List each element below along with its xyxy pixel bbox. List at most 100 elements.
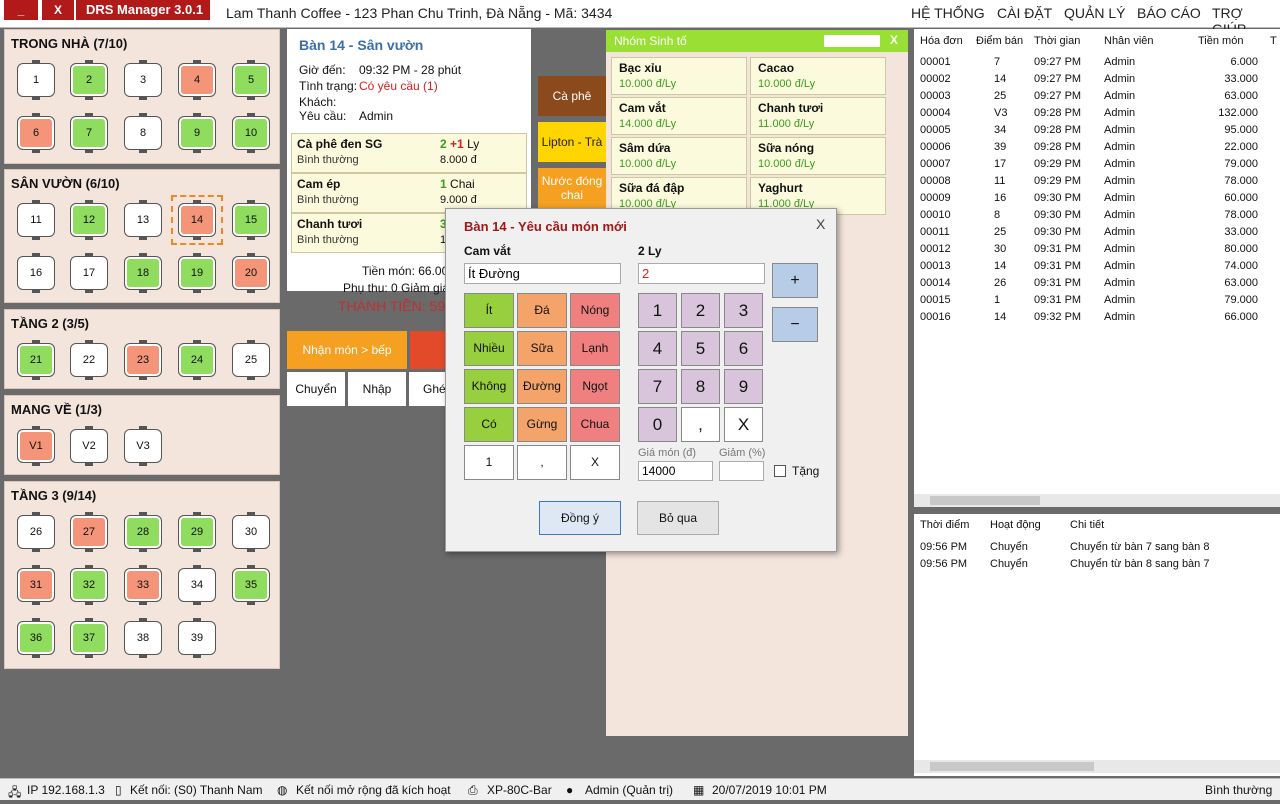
menu-settings[interactable]: CÀI ĐẶT bbox=[997, 5, 1052, 21]
table-39[interactable]: 39 bbox=[178, 618, 216, 658]
table-17[interactable]: 17 bbox=[70, 253, 108, 293]
category-coffee[interactable]: Cà phê bbox=[538, 76, 606, 116]
horizontal-scrollbar[interactable] bbox=[914, 494, 1280, 507]
qty-input[interactable] bbox=[638, 263, 765, 284]
invoice-row[interactable]: 00011 25 09:30 PM Admin 33.000 bbox=[914, 225, 1280, 242]
opt-da[interactable]: Đá bbox=[517, 293, 567, 328]
product-sua-nong[interactable]: Sữa nóng 10.000 đ/Ly bbox=[750, 137, 886, 175]
table-5[interactable]: 5 bbox=[232, 60, 270, 100]
product-cam-vat[interactable]: Cam vắt 14.000 đ/Ly bbox=[611, 97, 747, 135]
price-input[interactable] bbox=[638, 461, 713, 481]
opt-gung[interactable]: Gừng bbox=[517, 407, 567, 442]
table-v3[interactable]: V3 bbox=[124, 426, 162, 466]
opt-key-clear[interactable]: X bbox=[570, 445, 620, 480]
opt-duong[interactable]: Đường bbox=[517, 369, 567, 404]
table-30[interactable]: 30 bbox=[232, 512, 270, 552]
invoice-row[interactable]: 00014 26 09:31 PM Admin 63.000 bbox=[914, 276, 1280, 293]
num-key-comma[interactable]: , bbox=[681, 407, 720, 442]
invoice-row[interactable]: 00012 30 09:31 PM Admin 80.000 bbox=[914, 242, 1280, 259]
col-header[interactable]: Hóa đơn bbox=[920, 35, 963, 47]
opt-co[interactable]: Có bbox=[464, 407, 514, 442]
invoice-row[interactable]: 00005 34 09:28 PM Admin 95.000 bbox=[914, 123, 1280, 140]
log-row[interactable]: 09:56 PM Chuyển Chuyển từ bàn 7 sang bàn 8 bbox=[914, 540, 1280, 557]
table-7[interactable]: 7 bbox=[70, 113, 108, 153]
product-cacao[interactable]: Cacao 10.000 đ/Ly bbox=[750, 57, 886, 95]
table-24[interactable]: 24 bbox=[178, 340, 216, 380]
opt-lanh[interactable]: Lạnh bbox=[570, 331, 620, 366]
table-28[interactable]: 28 bbox=[124, 512, 162, 552]
opt-nhieu[interactable]: Nhiều bbox=[464, 331, 514, 366]
group-close-icon[interactable]: X bbox=[890, 33, 898, 47]
opt-khong[interactable]: Không bbox=[464, 369, 514, 404]
opt-sua[interactable]: Sữa bbox=[517, 331, 567, 366]
opt-it[interactable]: Ít bbox=[464, 293, 514, 328]
menu-management[interactable]: QUẢN LÝ bbox=[1064, 5, 1125, 21]
product-sam-dua[interactable]: Sâm dứa 10.000 đ/Ly bbox=[611, 137, 747, 175]
num-key-clear[interactable]: X bbox=[724, 407, 763, 442]
table-18[interactable]: 18 bbox=[124, 253, 162, 293]
table-32[interactable]: 32 bbox=[70, 565, 108, 605]
opt-key-comma[interactable]: , bbox=[517, 445, 567, 480]
close-app-button[interactable]: X bbox=[42, 0, 74, 20]
order-item[interactable]: Cam ép Bình thường 1 Chai 9.000 đ bbox=[291, 173, 527, 213]
scroll-thumb[interactable] bbox=[930, 762, 1094, 771]
table-15[interactable]: 15 bbox=[232, 200, 270, 240]
invoice-row[interactable]: 00004 V3 09:28 PM Admin 132.000 bbox=[914, 106, 1280, 123]
invoice-row[interactable]: 00006 39 09:28 PM Admin 22.000 bbox=[914, 140, 1280, 157]
invoice-row[interactable]: 00016 14 09:32 PM Admin 66.000 bbox=[914, 310, 1280, 327]
table-9[interactable]: 9 bbox=[178, 113, 216, 153]
num-key-8[interactable]: 8 bbox=[681, 369, 720, 404]
table-25[interactable]: 25 bbox=[232, 340, 270, 380]
dialog-close-icon[interactable]: X bbox=[816, 216, 825, 232]
num-key-5[interactable]: 5 bbox=[681, 331, 720, 366]
order-item[interactable]: Cà phê đen SG Bình thường 2 +1 Ly 8.000 … bbox=[291, 133, 527, 173]
table-6[interactable]: 6 bbox=[17, 113, 55, 153]
table-21[interactable]: 21 bbox=[17, 340, 55, 380]
table-33[interactable]: 33 bbox=[124, 565, 162, 605]
table-29[interactable]: 29 bbox=[178, 512, 216, 552]
product-bac-xiu[interactable]: Bạc xỉu 10.000 đ/Ly bbox=[611, 57, 747, 95]
table-16[interactable]: 16 bbox=[17, 253, 55, 293]
table-19[interactable]: 19 bbox=[178, 253, 216, 293]
table-4[interactable]: 4 bbox=[178, 60, 216, 100]
table-8[interactable]: 8 bbox=[124, 113, 162, 153]
move-button[interactable]: Chuyển bbox=[287, 372, 345, 406]
opt-nong[interactable]: Nóng bbox=[570, 293, 620, 328]
col-header[interactable]: Thời điểm bbox=[920, 519, 969, 531]
col-header[interactable]: T bbox=[1270, 35, 1277, 47]
invoice-row[interactable]: 00002 14 09:27 PM Admin 33.000 bbox=[914, 72, 1280, 89]
num-key-0[interactable]: 0 bbox=[638, 407, 677, 442]
table-11[interactable]: 11 bbox=[17, 200, 55, 240]
num-key-4[interactable]: 4 bbox=[638, 331, 677, 366]
group-search-field[interactable] bbox=[824, 35, 880, 47]
send-to-kitchen-button[interactable]: Nhận món > bếp bbox=[287, 331, 407, 369]
table-14[interactable]: 14 bbox=[178, 200, 216, 240]
invoice-row[interactable]: 00003 25 09:27 PM Admin 63.000 bbox=[914, 89, 1280, 106]
invoice-row[interactable]: 00001 7 09:27 PM Admin 6.000 bbox=[914, 55, 1280, 72]
product-chanh-tuoi[interactable]: Chanh tươi 11.000 đ/Ly bbox=[750, 97, 886, 135]
invoice-row[interactable]: 00007 17 09:29 PM Admin 79.000 bbox=[914, 157, 1280, 174]
log-row[interactable]: 09:56 PM Chuyển Chuyển từ bàn 8 sang bàn 7 bbox=[914, 557, 1280, 574]
num-key-7[interactable]: 7 bbox=[638, 369, 677, 404]
col-header[interactable]: Thời gian bbox=[1034, 35, 1080, 47]
discount-input[interactable] bbox=[719, 461, 764, 481]
ok-button[interactable]: Đồng ý bbox=[539, 501, 621, 535]
invoice-row[interactable]: 00015 1 09:31 PM Admin 79.000 bbox=[914, 293, 1280, 310]
cancel-button[interactable]: Bỏ qua bbox=[637, 501, 719, 535]
opt-key-1[interactable]: 1 bbox=[464, 445, 514, 480]
table-v1[interactable]: V1 bbox=[17, 426, 55, 466]
menu-system[interactable]: HỆ THỐNG bbox=[911, 5, 985, 21]
horizontal-scrollbar[interactable] bbox=[914, 760, 1280, 773]
scroll-thumb[interactable] bbox=[930, 496, 1040, 505]
table-23[interactable]: 23 bbox=[124, 340, 162, 380]
opt-chua[interactable]: Chua bbox=[570, 407, 620, 442]
invoice-row[interactable]: 00009 16 09:30 PM Admin 60.000 bbox=[914, 191, 1280, 208]
table-20[interactable]: 20 bbox=[232, 253, 270, 293]
num-key-6[interactable]: 6 bbox=[724, 331, 763, 366]
num-key-1[interactable]: 1 bbox=[638, 293, 677, 328]
table-1[interactable]: 1 bbox=[17, 60, 55, 100]
table-31[interactable]: 31 bbox=[17, 565, 55, 605]
table-3[interactable]: 3 bbox=[124, 60, 162, 100]
category-bottled[interactable]: Nước đóng chai bbox=[538, 168, 606, 208]
table-37[interactable]: 37 bbox=[70, 618, 108, 658]
